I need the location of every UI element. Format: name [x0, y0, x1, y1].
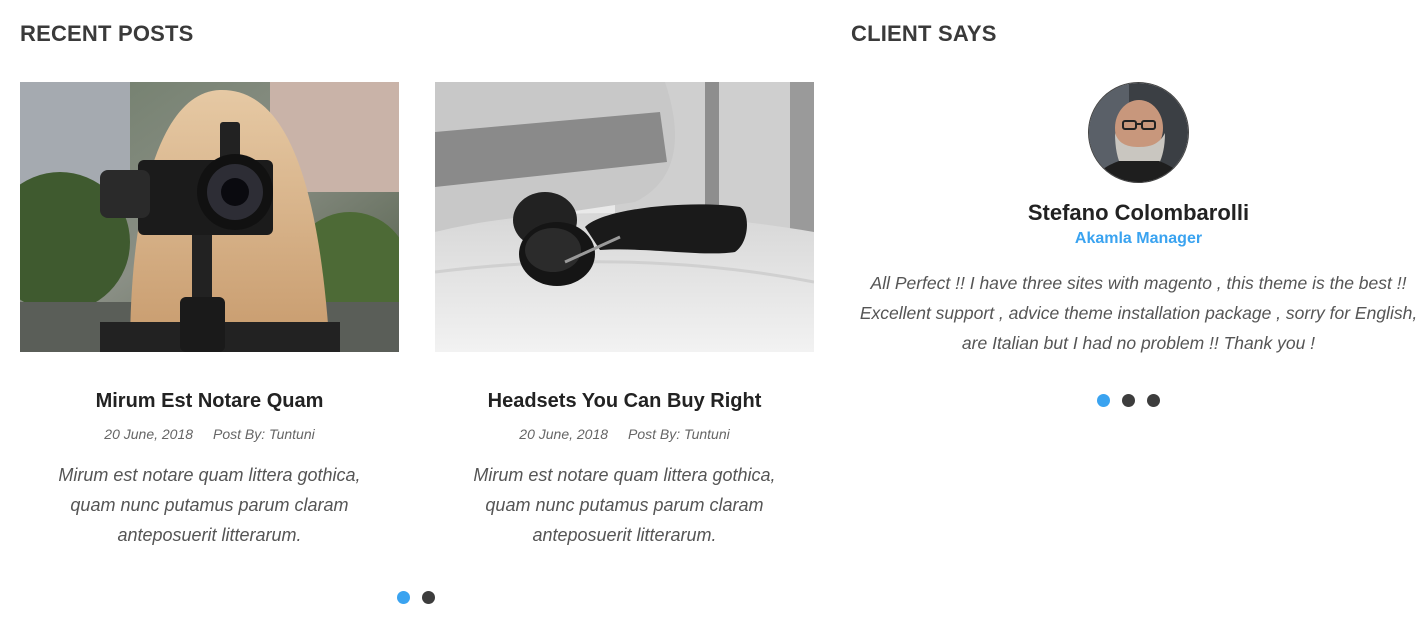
post-author: Post By: Tuntuni [628, 426, 730, 442]
post-date: 20 June, 2018 [104, 426, 194, 442]
post-author: Post By: Tuntuni [213, 426, 315, 442]
posts-carousel-dots [397, 591, 435, 604]
post-date: 20 June, 2018 [519, 426, 609, 442]
post-title[interactable]: Headsets You Can Buy Right [435, 389, 814, 413]
carousel-dot-1[interactable] [1097, 394, 1110, 407]
client-role: Akamla Manager [1074, 230, 1203, 247]
post-image-link[interactable] [435, 82, 814, 352]
testimonial-carousel-dots [1097, 394, 1160, 407]
post-card: Mirum Est Notare Quam 20 June, 2018 Post … [20, 82, 399, 550]
camera-woman-photo [20, 82, 399, 352]
post-card: Headsets You Can Buy Right 20 June, 2018… [435, 82, 814, 550]
post-image-link[interactable] [20, 82, 399, 352]
post-meta: 20 June, 2018 Post By: Tuntuni [435, 426, 814, 442]
post-title[interactable]: Mirum Est Notare Quam [20, 389, 399, 413]
carousel-dot-1[interactable] [397, 591, 410, 604]
testimonial: Stefano Colombarolli Akamla Manager All … [851, 82, 1426, 358]
avatar [1088, 82, 1189, 183]
client-quote: All Perfect !! I have three sites with m… [859, 273, 1418, 353]
client-name: Stefano Colombarolli [1027, 200, 1250, 225]
post-meta: 20 June, 2018 Post By: Tuntuni [20, 426, 399, 442]
headphones-photo [435, 82, 814, 352]
carousel-dot-2[interactable] [422, 591, 435, 604]
client-says-heading: CLIENT SAYS [851, 21, 997, 46]
carousel-dot-3[interactable] [1147, 394, 1160, 407]
recent-posts-heading: RECENT POSTS [20, 21, 194, 46]
carousel-dot-2[interactable] [1122, 394, 1135, 407]
post-excerpt: Mirum est notare quam littera gothica, q… [58, 465, 361, 545]
post-excerpt: Mirum est notare quam littera gothica, q… [473, 465, 776, 545]
client-avatar-image [1089, 83, 1188, 182]
